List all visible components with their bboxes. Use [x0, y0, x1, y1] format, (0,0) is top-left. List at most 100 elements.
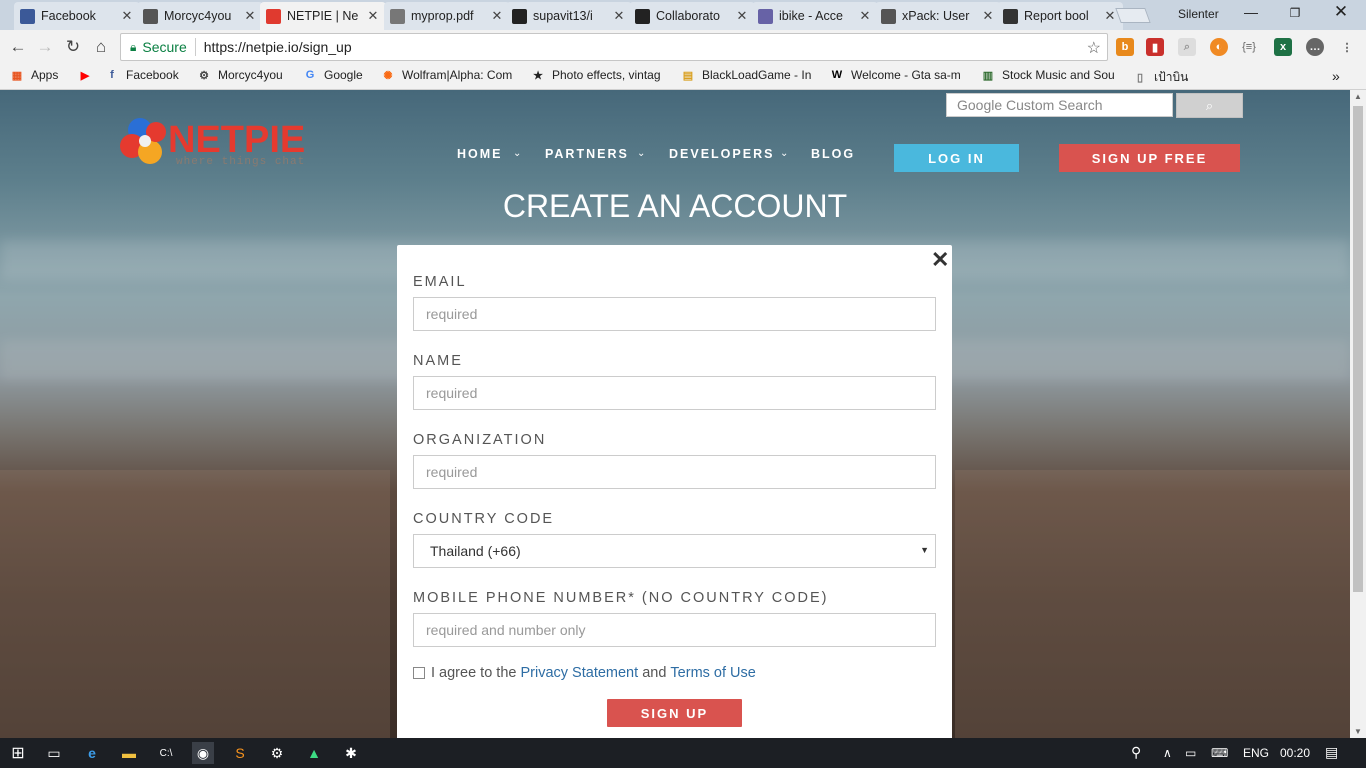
new-tab-button[interactable] [1115, 8, 1151, 23]
windows-start-icon[interactable]: ⊞ [7, 742, 29, 764]
tab-close-icon[interactable]: ✕ [243, 8, 257, 24]
chevron-up-icon[interactable]: ∧ [1163, 746, 1172, 760]
edge-icon[interactable]: e [81, 742, 103, 764]
google-custom-search-input[interactable]: Google Custom Search [946, 93, 1173, 117]
github-icon [512, 8, 527, 24]
chrome-menu-icon[interactable]: ⋮ [1338, 38, 1356, 56]
agree-checkbox[interactable] [413, 667, 425, 679]
browser-tab[interactable]: Facebook ✕ [14, 2, 140, 30]
command-prompt-icon[interactable]: C:\ [155, 742, 177, 764]
clock[interactable]: 00:20 [1280, 746, 1310, 760]
bookmark-item[interactable]: f Facebook [105, 68, 179, 82]
bookmark-label: BlackLoadGame - In [702, 68, 812, 82]
bookmarks-overflow-icon[interactable]: » [1332, 68, 1340, 84]
back-arrow-icon[interactable]: ← [8, 37, 28, 57]
nav-blog[interactable]: BLOG [811, 147, 855, 161]
privacy-statement-link[interactable]: Privacy Statement [520, 665, 638, 681]
notifications-icon[interactable]: ▤ [1325, 744, 1338, 761]
extension-chat-icon[interactable]: … [1306, 38, 1324, 56]
sublime-text-icon[interactable]: S [229, 742, 251, 764]
tab-close-icon[interactable]: ✕ [366, 8, 380, 24]
tab-close-icon[interactable]: ✕ [858, 8, 872, 24]
tab-close-icon[interactable]: ✕ [490, 8, 504, 24]
app-icon[interactable]: ⚙︎ [266, 742, 288, 764]
browser-tab[interactable]: Collaborato ✕ [629, 2, 755, 30]
battery-icon[interactable]: ▭ [1185, 746, 1196, 760]
search-button[interactable]: ⌕ [1176, 93, 1243, 118]
organization-field[interactable]: required [413, 455, 936, 489]
browser-tab[interactable]: xPack: User ✕ [875, 2, 1001, 30]
browser-tab[interactable]: Report bool ✕ [997, 2, 1123, 30]
extension-b-icon[interactable]: b [1116, 38, 1134, 56]
browser-tab[interactable]: Morcyc4you ✕ [137, 2, 263, 30]
bookmark-item[interactable]: ▦ Apps [10, 68, 59, 82]
url-text[interactable]: https://netpie.io/sign_up [204, 39, 352, 55]
organization-label: ORGANIZATION [413, 432, 547, 448]
name-field[interactable]: required [413, 376, 936, 410]
bookmark-item[interactable]: ▥ Stock Music and Sou [981, 68, 1115, 82]
extension-search-icon[interactable]: ⌕ [1178, 38, 1196, 56]
browser-tab[interactable]: NETPIE | Ne ✕ [260, 2, 386, 30]
bookmark-item[interactable]: ▯ เป้าบิน [1133, 68, 1188, 87]
nav-developers[interactable]: DEVELOPERS [669, 147, 774, 161]
photo-effects-icon: ★ [533, 69, 543, 82]
task-view-icon[interactable]: ▭ [43, 742, 65, 764]
tab-close-icon[interactable]: ✕ [612, 8, 626, 24]
restore-icon[interactable]: ❐ [1280, 6, 1310, 20]
window-close-icon[interactable]: ✕ [1326, 2, 1356, 22]
address-bar[interactable]: 🔒︎ Secure https://netpie.io/sign_up ☆ [120, 33, 1108, 61]
extension-sheets-icon[interactable]: x [1274, 38, 1292, 56]
browser-tab[interactable]: supavit13/i ✕ [506, 2, 632, 30]
email-field[interactable]: required [413, 297, 936, 331]
extension-json-icon[interactable]: {≡} [1240, 38, 1258, 56]
reload-icon[interactable]: ↻ [63, 37, 83, 57]
page-scrollbar[interactable]: ▲ ▼ [1350, 90, 1366, 738]
bookmark-label: เป้าบิน [1154, 70, 1189, 84]
tab-close-icon[interactable]: ✕ [1103, 8, 1117, 24]
home-icon[interactable]: ⌂ [91, 37, 111, 57]
netpie-logo[interactable]: NETPIE where things chat [118, 112, 348, 170]
forward-arrow-icon[interactable]: → [35, 37, 55, 57]
bookmark-item[interactable]: W Welcome - Gta sa-m [830, 68, 961, 82]
signup-free-button[interactable]: SIGN UP FREE [1059, 144, 1240, 172]
profile-name[interactable]: Silenter [1178, 7, 1219, 21]
bookmark-item[interactable]: ▶ [78, 68, 99, 82]
bookmark-item[interactable]: ▤ BlackLoadGame - In [681, 68, 812, 82]
browser-tab[interactable]: ibike - Acce ✕ [752, 2, 878, 30]
keyboard-icon[interactable]: ⌨ [1211, 746, 1228, 760]
bookmark-item[interactable]: ✺ Wolfram|Alpha: Com [381, 68, 512, 82]
extension-ball-icon[interactable]: ◐ [1210, 38, 1228, 56]
minimize-icon[interactable]: — [1236, 4, 1266, 20]
scroll-up-icon[interactable]: ▲ [1350, 92, 1366, 101]
settings-gear-icon[interactable]: ✱ [340, 742, 362, 764]
bookmark-item[interactable]: ⚙ Morcyc4you [197, 68, 283, 82]
chrome-taskbar-icon[interactable]: ◉ [192, 742, 214, 764]
nav-partners[interactable]: PARTNERS [545, 147, 629, 161]
login-button[interactable]: LOG IN [894, 144, 1019, 172]
bookmark-item[interactable]: ★ Photo effects, vintag [531, 68, 660, 82]
dropdown-arrow-icon: ▼ [920, 545, 929, 555]
country-code-select[interactable]: Thailand (+66) ▼ [413, 534, 936, 568]
browser-tab[interactable]: myprop.pdf ✕ [384, 2, 510, 30]
bookmark-item[interactable]: G Google [303, 68, 363, 82]
signup-submit-button[interactable]: SIGN UP [607, 699, 742, 727]
terms-of-use-link[interactable]: Terms of Use [670, 665, 755, 681]
language-indicator[interactable]: ENG [1243, 746, 1269, 760]
extension-book-icon[interactable]: ▮ [1146, 38, 1164, 56]
file-explorer-icon[interactable]: ▬ [118, 742, 140, 764]
tab-close-icon[interactable]: ✕ [981, 8, 995, 24]
scroll-down-icon[interactable]: ▼ [1350, 727, 1366, 736]
close-icon[interactable]: ✕ [931, 247, 949, 273]
bookmark-star-icon[interactable]: ☆ [1087, 38, 1101, 58]
people-icon[interactable]: ⚲ [1131, 744, 1141, 761]
tab-label: supavit13/i [533, 9, 593, 23]
tab-label: Collaborato [656, 9, 720, 23]
tab-label: Facebook [41, 9, 96, 23]
nav-home[interactable]: HOME [457, 147, 503, 161]
phone-field[interactable]: required and number only [413, 613, 936, 647]
android-studio-icon[interactable]: ▲ [303, 742, 325, 764]
tab-close-icon[interactable]: ✕ [120, 8, 134, 24]
scroll-thumb[interactable] [1353, 106, 1363, 592]
tab-close-icon[interactable]: ✕ [735, 8, 749, 24]
bookmark-label: Facebook [126, 68, 179, 82]
